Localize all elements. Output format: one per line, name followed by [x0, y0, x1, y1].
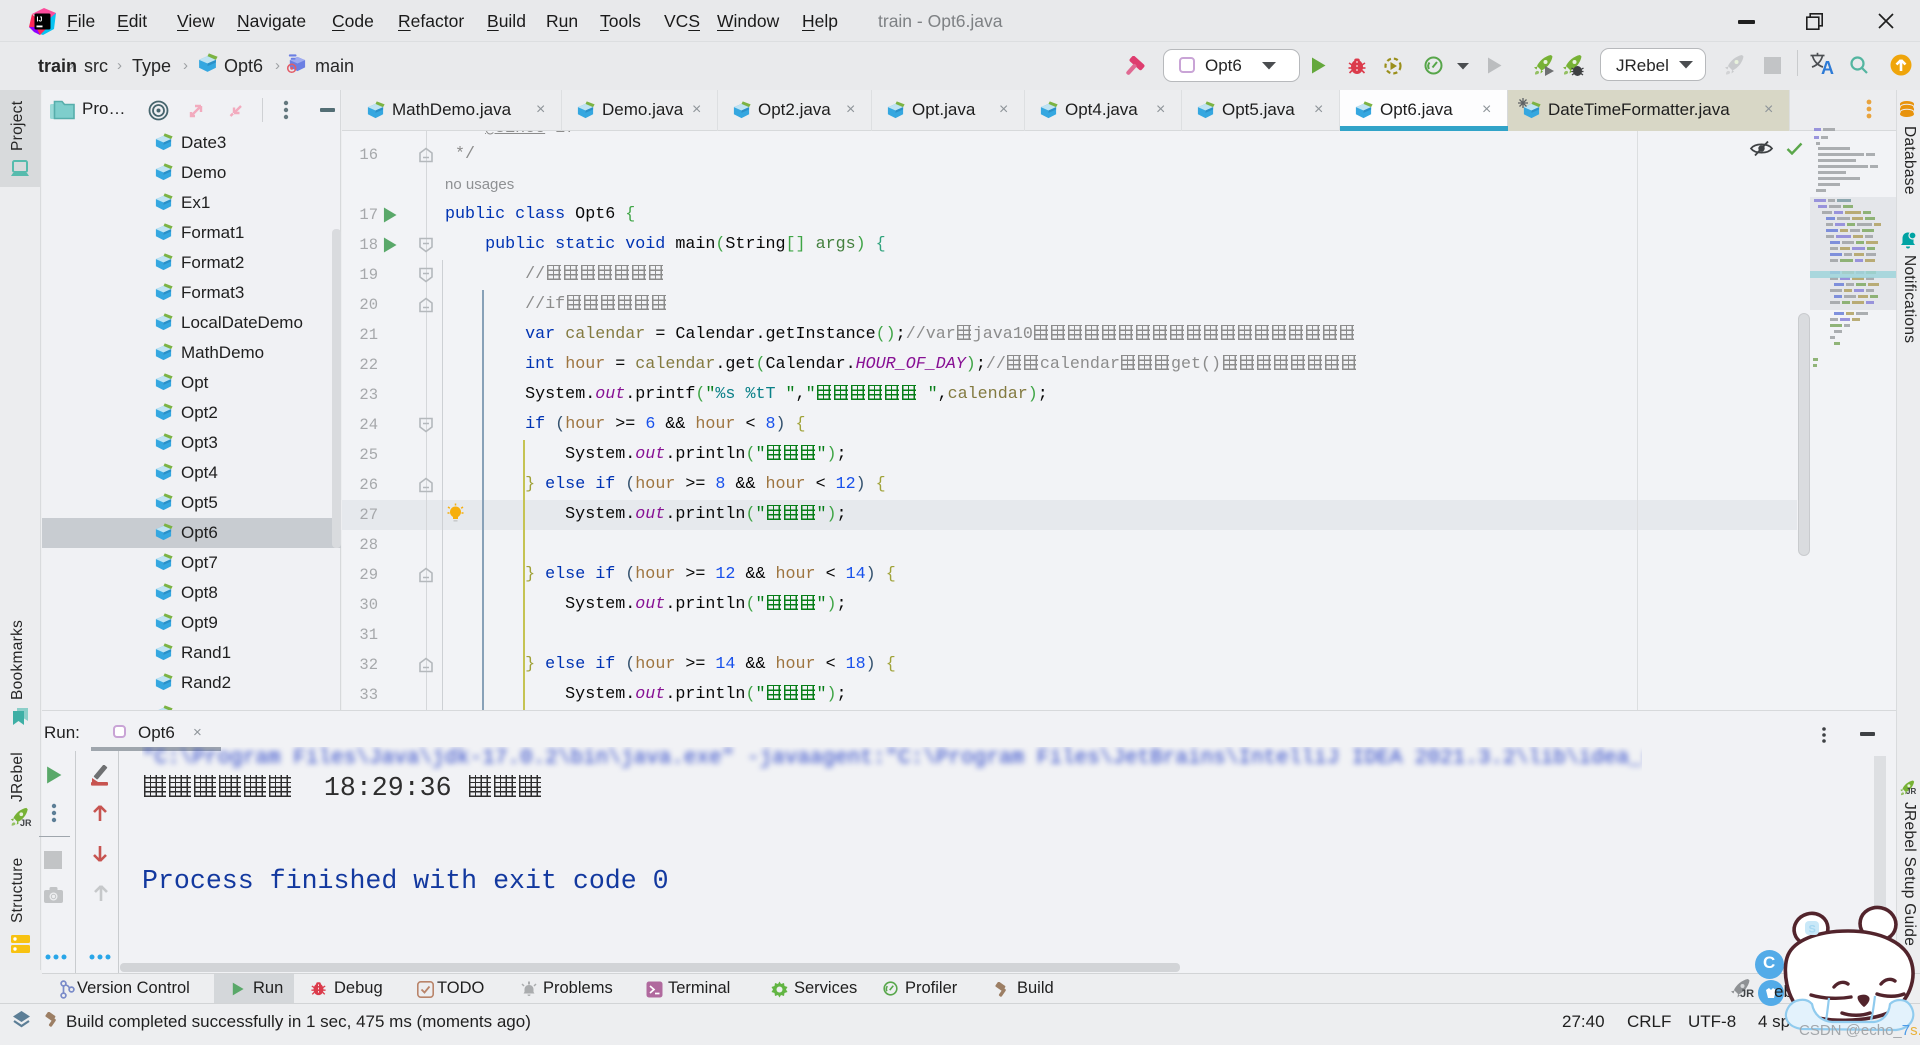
svg-text:IJ: IJ [37, 17, 43, 24]
svg-text:S: S [1809, 924, 1816, 936]
